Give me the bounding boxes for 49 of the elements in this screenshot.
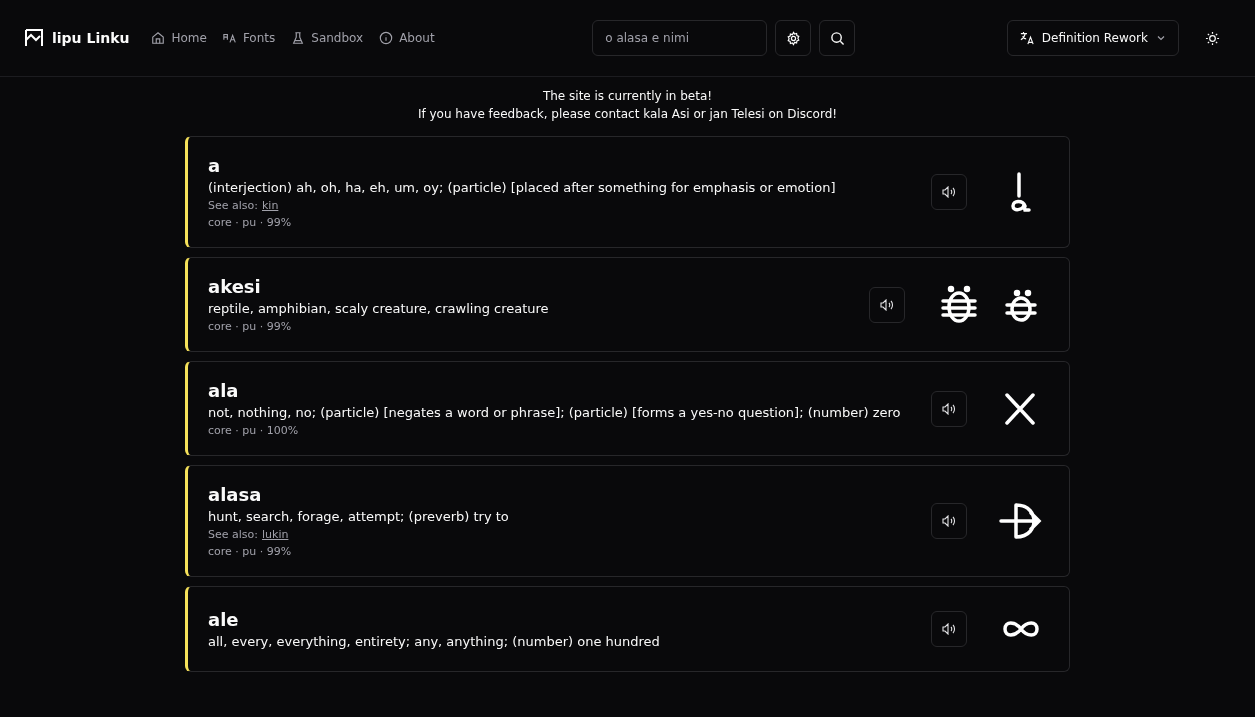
home-icon	[151, 31, 166, 45]
word-title: ala	[208, 380, 240, 401]
word-meta: core · pu · 100%	[208, 424, 300, 437]
word-title: alasa	[208, 484, 263, 505]
nav-link[interactable]: Sandbox	[285, 27, 370, 49]
word-definition: hunt, search, forage, attempt; (preverb) try to	[208, 509, 510, 524]
language-dropdown[interactable]: Definition Rework	[1006, 20, 1179, 56]
see-also-label: See also:	[208, 199, 258, 212]
speaker-icon	[942, 402, 956, 415]
brand-name: lipu Linku	[52, 30, 130, 46]
flask-icon	[291, 31, 306, 45]
info-icon	[379, 31, 394, 45]
chevron-down-icon	[1156, 33, 1166, 43]
font-icon	[222, 31, 237, 45]
search-button[interactable]	[819, 20, 856, 56]
speaker-icon	[942, 623, 956, 635]
speaker-icon	[942, 515, 956, 527]
nav-link[interactable]: Home	[145, 27, 213, 49]
speaker-icon	[880, 298, 894, 311]
logo-icon	[24, 28, 44, 48]
word-meta: core · pu · 99%	[208, 320, 293, 333]
word-title: a	[208, 155, 222, 176]
translate-icon	[1019, 31, 1034, 45]
audio-button[interactable]	[931, 611, 967, 647]
word-definition: all, every, everything, entirety; any, anything; (number) one hundred	[208, 634, 661, 649]
sun-icon	[1205, 30, 1221, 46]
audio-button[interactable]	[931, 390, 967, 427]
word-meta: core · pu · 99%	[208, 216, 293, 229]
audio-button[interactable]	[869, 286, 905, 323]
beta-notice: The site is currently in beta!	[542, 88, 713, 105]
audio-button[interactable]	[931, 174, 967, 210]
word-title: ale	[208, 609, 240, 630]
settings-button[interactable]	[775, 20, 812, 56]
word-definition: reptile, amphibian, scaly creature, crawling creature	[208, 301, 550, 316]
speaker-icon	[942, 186, 956, 198]
settings-icon	[785, 30, 801, 46]
audio-button[interactable]	[931, 503, 967, 539]
beta-notice: If you have feedback, please contact kala Asi or jan Telesi on Discord!	[417, 106, 838, 123]
search-field[interactable]: o alasa e nimi	[592, 20, 768, 56]
see-also-link[interactable]: lukin	[262, 528, 289, 541]
word-title: akesi	[208, 276, 262, 297]
word-definition: (interjection) ah, oh, ha, eh, um, oy; (particle) [placed after something for emphasis or emotion]	[208, 180, 837, 195]
nav-link[interactable]: Fonts	[216, 27, 282, 49]
see-also-link[interactable]: kin	[262, 199, 279, 212]
search-icon	[829, 30, 845, 46]
nav-link[interactable]: About	[373, 27, 441, 49]
word-definition: not, nothing, no; (particle) [negates a word or phrase]; (particle) [forms a yes-no question]; (number) zero	[208, 405, 902, 420]
see-also-label: See also:	[208, 528, 258, 541]
word-meta: core · pu · 99%	[208, 545, 293, 558]
